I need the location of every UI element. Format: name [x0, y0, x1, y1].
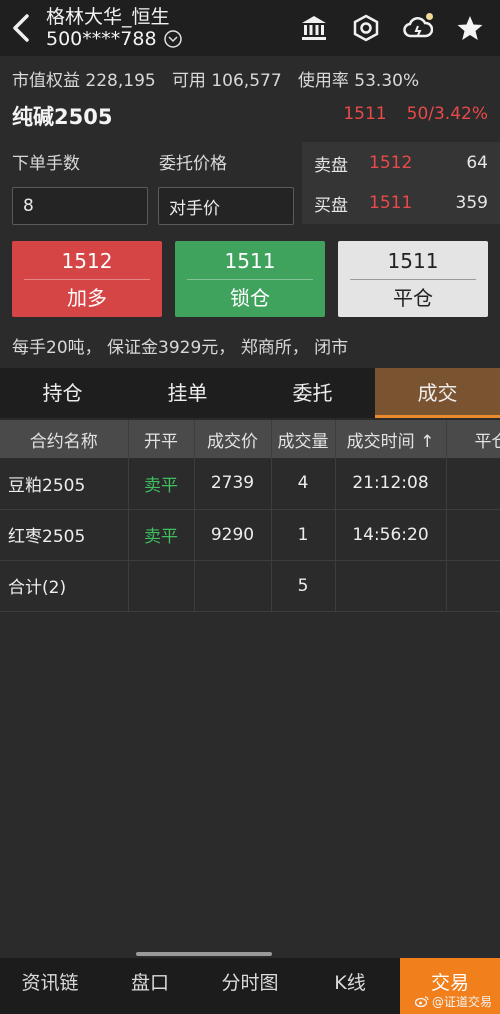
- bid-volume: 359: [455, 193, 488, 213]
- cell-direction: 卖平: [128, 458, 195, 510]
- close-position-button[interactable]: 1511 平仓: [338, 241, 488, 317]
- equity-label: 市值权益: [12, 71, 80, 91]
- cell-volume: 4: [271, 458, 336, 510]
- quantity-input[interactable]: 8: [12, 187, 148, 225]
- bid-price: 1511: [369, 193, 413, 213]
- usage-value: 53.30%: [354, 71, 420, 91]
- column-header-sorted[interactable]: 成交时间 ↑: [335, 420, 447, 458]
- back-arrow-icon: [13, 14, 29, 42]
- lock-price: 1511: [224, 249, 276, 273]
- cell-empty: [335, 560, 447, 612]
- watermark-text: @证道交易: [431, 995, 492, 1009]
- account-summary: 市值权益 228,195 可用 106,577 使用率 53.30%: [12, 66, 419, 91]
- settings-button[interactable]: [340, 0, 392, 56]
- account-number: 500****788: [46, 28, 157, 50]
- quantity-label: 下单手数: [12, 154, 80, 174]
- order-book: 卖盘 1512 64 买盘 1511 359: [302, 142, 500, 224]
- ask-price: 1512: [369, 153, 413, 173]
- app-header: 格林大华_恒生 500****788: [0, 0, 500, 56]
- table-row[interactable]: 红枣2505 卖平 9290 1 14:56:20: [0, 509, 500, 561]
- bank-icon: [302, 16, 326, 40]
- cell-contract: 红枣2505: [0, 509, 129, 561]
- contract-quote: 1511 50/3.42%: [343, 104, 488, 124]
- cell-empty: [446, 560, 500, 612]
- last-price: 1511: [343, 104, 387, 124]
- price-type-label: 委托价格: [159, 154, 227, 174]
- scroll-indicator: [136, 952, 272, 956]
- cloud-sync-button[interactable]: [392, 0, 444, 56]
- favorite-button[interactable]: [444, 0, 496, 56]
- cell-close: [446, 509, 500, 561]
- ask-volume: 64: [466, 153, 488, 173]
- cell-empty: [128, 560, 195, 612]
- cell-total-label: 合计(2): [0, 560, 129, 612]
- bid-row[interactable]: 买盘 1511 359: [314, 183, 488, 223]
- notification-dot: [426, 13, 433, 20]
- account-selector[interactable]: 格林大华_恒生 500****788: [42, 6, 288, 50]
- cell-price: 9290: [194, 509, 272, 561]
- column-header[interactable]: 成交量: [271, 420, 336, 458]
- watermark: @证道交易: [414, 993, 492, 1010]
- trades-table: 合约名称 开平 成交价 成交量 成交时间 ↑ 平仓 豆粕2505 卖平 2739…: [0, 420, 500, 612]
- cell-contract: 豆粕2505: [0, 458, 129, 510]
- column-header[interactable]: 开平: [128, 420, 195, 458]
- table-total-row: 合计(2) 5: [0, 560, 500, 612]
- lock-label: 锁仓: [230, 286, 270, 310]
- cell-total-volume: 5: [271, 560, 336, 612]
- price-type-select[interactable]: 对手价: [158, 187, 294, 225]
- tab-positions[interactable]: 持仓: [0, 368, 125, 418]
- cell-price: 2739: [194, 458, 272, 510]
- hexagon-settings-icon: [353, 14, 379, 42]
- chevron-down-icon[interactable]: [163, 29, 183, 49]
- column-header[interactable]: 合约名称: [0, 420, 129, 458]
- lock-position-button[interactable]: 1511 锁仓: [175, 241, 325, 317]
- nav-market-depth[interactable]: 盘口: [100, 958, 200, 1014]
- weibo-icon: [414, 996, 429, 1007]
- contract-note: 每手20吨， 保证金3929元， 郑商所， 闭市: [12, 338, 349, 358]
- broker-name: 格林大华_恒生: [46, 6, 170, 28]
- equity-value: 228,195: [85, 71, 156, 91]
- cell-volume: 1: [271, 509, 336, 561]
- add-long-price: 1512: [61, 249, 113, 273]
- cell-empty: [194, 560, 272, 612]
- table-header-row: 合约名称 开平 成交价 成交量 成交时间 ↑ 平仓: [0, 420, 500, 458]
- ask-label: 卖盘: [314, 155, 348, 176]
- nav-intraday-chart[interactable]: 分时图: [200, 958, 300, 1014]
- tab-orders[interactable]: 委托: [250, 368, 375, 418]
- price-change: 50/3.42%: [406, 104, 488, 124]
- cell-time: 14:56:20: [335, 509, 447, 561]
- cell-close: [446, 458, 500, 510]
- available-value: 106,577: [211, 71, 282, 91]
- available-label: 可用: [171, 71, 206, 91]
- add-long-button[interactable]: 1512 加多: [12, 241, 162, 317]
- bid-label: 买盘: [314, 195, 348, 216]
- usage-label: 使用率: [297, 71, 349, 91]
- nav-news-chain[interactable]: 资讯链: [0, 958, 100, 1014]
- cell-time: 21:12:08: [335, 458, 447, 510]
- column-header[interactable]: 成交价: [194, 420, 272, 458]
- star-icon: [457, 16, 483, 40]
- back-button[interactable]: [0, 0, 42, 56]
- bank-transfer-button[interactable]: [288, 0, 340, 56]
- tab-trades[interactable]: 成交: [375, 368, 500, 418]
- order-tabs: 持仓 挂单 委托 成交: [0, 368, 500, 418]
- contract-name[interactable]: 纯碱2505: [12, 101, 112, 131]
- column-header[interactable]: 平仓: [446, 420, 500, 458]
- close-price: 1511: [387, 249, 439, 273]
- cell-direction: 卖平: [128, 509, 195, 561]
- table-row[interactable]: 豆粕2505 卖平 2739 4 21:12:08: [0, 458, 500, 510]
- ask-row[interactable]: 卖盘 1512 64: [314, 143, 488, 183]
- tab-pending[interactable]: 挂单: [125, 368, 250, 418]
- close-label: 平仓: [393, 286, 433, 310]
- nav-kline[interactable]: K线: [300, 958, 400, 1014]
- add-long-label: 加多: [67, 286, 107, 310]
